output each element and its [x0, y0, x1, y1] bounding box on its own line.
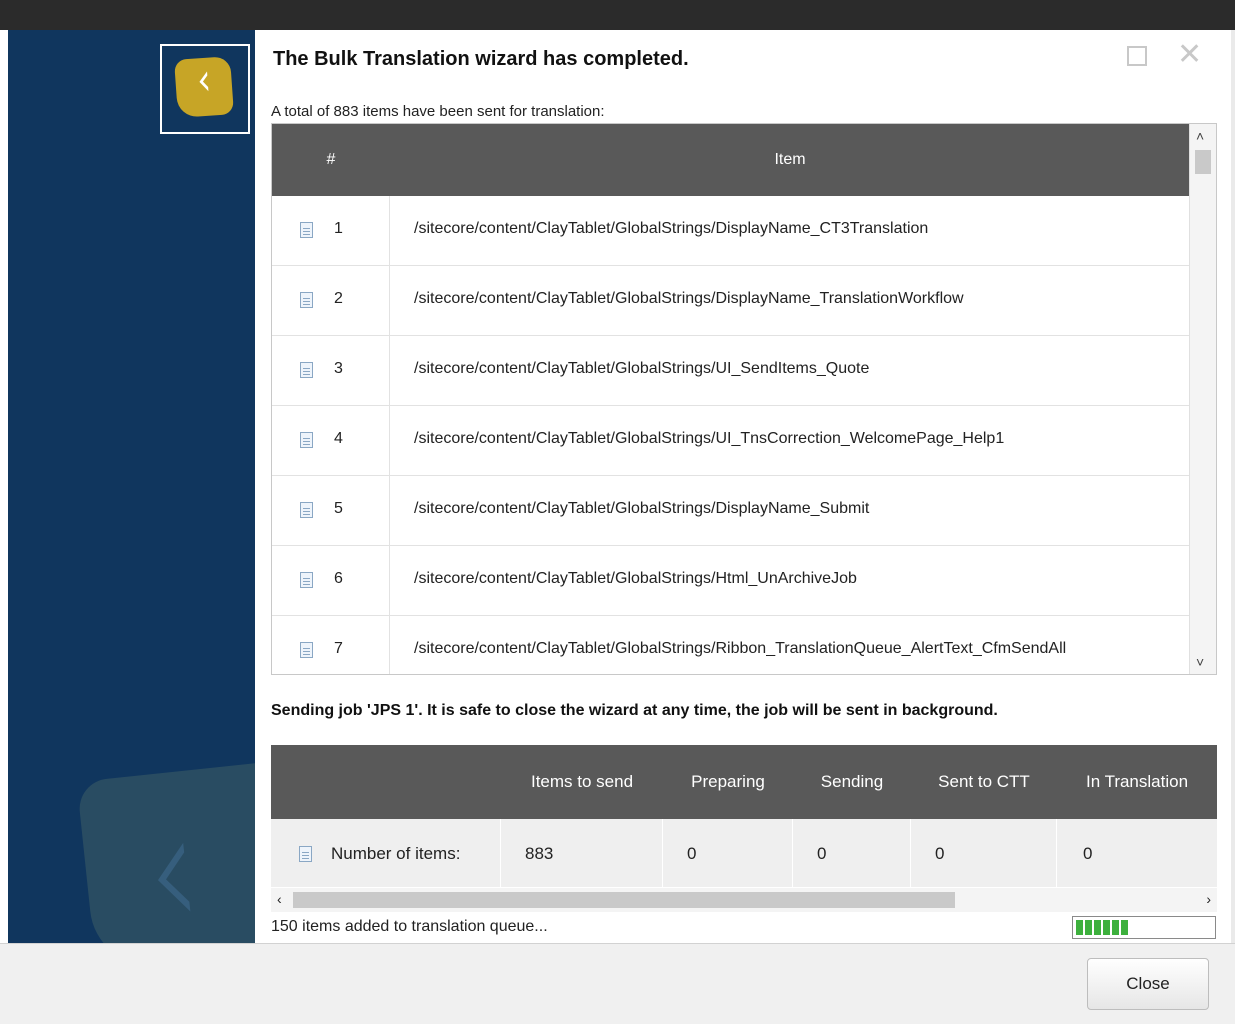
row-number: 3 [334, 360, 343, 377]
column-header-sending: Sending [820, 772, 884, 791]
row-number-cell: 6 [272, 546, 390, 616]
row-number: 2 [334, 290, 343, 307]
column-header-number[interactable]: # [272, 124, 390, 196]
sent-to-ctt-value: 0 [911, 819, 1057, 887]
column-header-items-to-send: Items to send [530, 772, 634, 791]
item-path: /sitecore/content/ClayTablet/GlobalStrin… [414, 640, 1067, 657]
document-icon [300, 642, 313, 658]
close-icon[interactable]: ✕ [1177, 40, 1202, 70]
document-icon [300, 432, 313, 448]
status-row-label: Number of items: [271, 819, 501, 887]
wizard-sidebar: ᚲ ᚲ [8, 30, 255, 943]
document-icon [300, 292, 313, 308]
items-grid-header: # Item [272, 124, 1190, 196]
row-number: 6 [334, 570, 343, 587]
wizard-content: The Bulk Translation wizard has complete… [255, 30, 1231, 943]
scroll-left-icon[interactable]: ‹ [277, 891, 282, 907]
sending-value: 0 [793, 819, 911, 887]
item-path: /sitecore/content/ClayTablet/GlobalStrin… [414, 500, 870, 517]
row-number-cell: 4 [272, 406, 390, 476]
row-number-cell: 2 [272, 266, 390, 336]
status-horizontal-scrollbar[interactable]: ‹ › [271, 888, 1217, 912]
table-row[interactable]: 3/sitecore/content/ClayTablet/GlobalStri… [272, 336, 1190, 406]
preparing-value: 0 [663, 819, 793, 887]
row-number-cell: 3 [272, 336, 390, 406]
table-row[interactable]: 2/sitecore/content/ClayTablet/GlobalStri… [272, 266, 1190, 336]
window-left-edge [0, 30, 8, 943]
scroll-right-icon[interactable]: › [1206, 891, 1211, 907]
document-icon [300, 362, 313, 378]
items-to-send-value: 883 [501, 819, 663, 887]
table-row[interactable]: 6/sitecore/content/ClayTablet/GlobalStri… [272, 546, 1190, 616]
table-row[interactable]: 1/sitecore/content/ClayTablet/GlobalStri… [272, 196, 1190, 266]
item-path: /sitecore/content/ClayTablet/GlobalStrin… [414, 290, 964, 307]
sidebar-watermark-logo: ᚲ [76, 759, 255, 943]
window-title-bar [0, 0, 1235, 30]
column-header-item[interactable]: Item [390, 124, 1190, 196]
number-of-items-label: Number of items: [331, 844, 461, 863]
column-header-preparing: Preparing [691, 772, 765, 791]
table-row[interactable]: 7/sitecore/content/ClayTablet/GlobalStri… [272, 616, 1190, 674]
sending-status-message: Sending job 'JPS 1'. It is safe to close… [271, 702, 998, 719]
status-grid-header: Items to send Preparing Sending Sent to … [271, 745, 1217, 819]
items-vertical-scrollbar[interactable]: ˄ ˅ [1189, 124, 1216, 674]
progress-bar [1072, 916, 1216, 939]
items-grid: # Item 1/sitecore/content/ClayTablet/Glo… [271, 123, 1217, 675]
row-number: 5 [334, 500, 343, 517]
scrollbar-thumb[interactable] [1195, 150, 1211, 174]
scroll-down-icon[interactable]: ˅ [1196, 654, 1204, 670]
maximize-icon[interactable] [1127, 46, 1147, 66]
row-number-cell: 1 [272, 196, 390, 266]
scroll-up-icon[interactable]: ˄ [1196, 128, 1204, 144]
document-icon [300, 502, 313, 518]
in-translation-value: 0 [1083, 844, 1093, 863]
row-number-cell: 5 [272, 476, 390, 546]
dialog-title: The Bulk Translation wizard has complete… [273, 48, 689, 70]
status-grid: Items to send Preparing Sending Sent to … [271, 745, 1217, 887]
document-icon [300, 222, 313, 238]
items-summary: A total of 883 items have been sent for … [271, 103, 605, 120]
table-row[interactable]: 4/sitecore/content/ClayTablet/GlobalStri… [272, 406, 1190, 476]
items-grid-body: 1/sitecore/content/ClayTablet/GlobalStri… [272, 196, 1190, 674]
progress-status-text: 150 items added to translation queue... [271, 918, 548, 935]
clay-tablet-logo-icon: ᚲ [174, 56, 234, 118]
column-header-label [271, 745, 501, 819]
close-button[interactable]: Close [1087, 958, 1209, 1010]
document-icon [300, 572, 313, 588]
item-path: /sitecore/content/ClayTablet/GlobalStrin… [414, 360, 870, 377]
item-path: /sitecore/content/ClayTablet/GlobalStrin… [414, 570, 857, 587]
column-header-sent-to-ctt: Sent to CTT [938, 772, 1030, 791]
progress-bar-fill [1076, 920, 1130, 935]
status-row: Number of items: 883 0 0 0 0 [271, 819, 1217, 887]
document-icon [299, 846, 312, 862]
window-right-edge [1231, 30, 1235, 943]
row-number: 1 [334, 220, 343, 237]
table-row[interactable]: 5/sitecore/content/ClayTablet/GlobalStri… [272, 476, 1190, 546]
item-path: /sitecore/content/ClayTablet/GlobalStrin… [414, 220, 929, 237]
row-number: 4 [334, 430, 343, 447]
column-header-in-translation: In Translation [1085, 772, 1189, 791]
scrollbar-thumb[interactable] [293, 892, 955, 908]
app-logo: ᚲ [160, 44, 250, 134]
row-number-cell: 7 [272, 616, 390, 674]
row-number: 7 [334, 640, 343, 657]
item-path: /sitecore/content/ClayTablet/GlobalStrin… [414, 430, 1005, 447]
dialog-footer: Close [0, 943, 1235, 1024]
